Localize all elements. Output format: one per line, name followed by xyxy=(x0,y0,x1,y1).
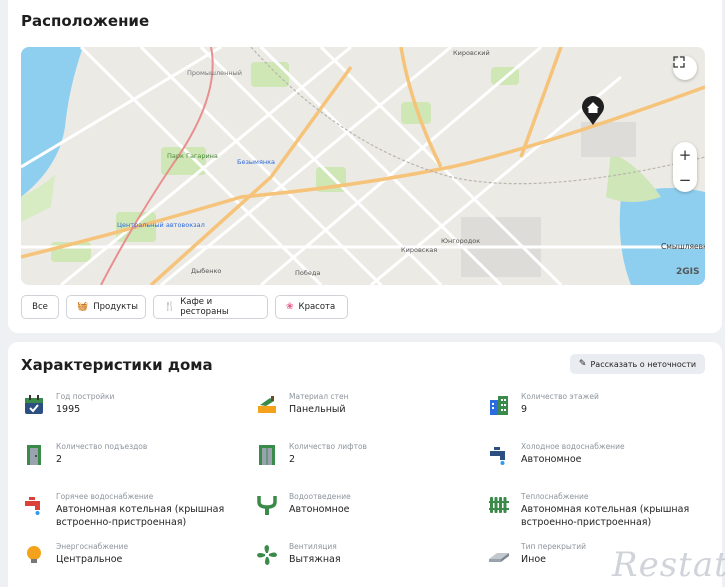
building-icon xyxy=(488,394,510,418)
fork-knife-icon: 🍴 xyxy=(164,302,176,312)
attr-label: Холодное водоснабжение xyxy=(521,442,625,451)
attr-label: Материал стен xyxy=(289,392,349,401)
map-label: Кировский xyxy=(453,49,490,57)
filter-beauty-button[interactable]: ❀ Красота xyxy=(275,295,348,319)
attr-label: Тип перекрытий xyxy=(521,542,586,551)
attr-label: Год постройки xyxy=(56,392,115,401)
attr-value: Центральное xyxy=(56,554,123,565)
filter-all-button[interactable]: Все xyxy=(21,295,59,319)
attr-value: 2 xyxy=(56,454,63,465)
expand-icon[interactable] xyxy=(673,56,697,80)
house-title: Характеристики дома xyxy=(21,356,213,374)
map-provider-logo: 2GIS xyxy=(676,267,700,277)
zoom-in-button[interactable]: + xyxy=(673,142,697,167)
map-label: Парк Гагарина xyxy=(167,152,218,160)
attr-label: Горячее водоснабжение xyxy=(56,492,154,501)
map-label: Промышленный xyxy=(187,69,242,77)
report-inaccuracy-button[interactable]: ✎ Рассказать о неточности xyxy=(570,354,705,374)
radiator-icon xyxy=(488,494,510,518)
trowel-icon xyxy=(256,394,278,418)
attr-label: Количество этажей xyxy=(521,392,599,401)
watermark-logo: Restate xyxy=(612,545,725,585)
map-label: Кировская xyxy=(401,246,438,254)
lotus-icon: ❀ xyxy=(286,302,294,312)
location-card: Расположение Кировский Промышленный Парк… xyxy=(8,0,722,333)
location-map[interactable]: Кировский Промышленный Парк Гагарина Цен… xyxy=(21,47,705,285)
map-label: Центральный автовокзал xyxy=(117,221,205,229)
attr-value: 2 xyxy=(289,454,296,465)
map-label: Безымянка xyxy=(237,158,276,166)
attr-label: Теплоснабжение xyxy=(521,492,589,501)
attr-value: Автономное xyxy=(289,504,350,515)
attr-value: 1995 xyxy=(56,404,81,415)
filter-cafes-button[interactable]: 🍴 Кафе и рестораны xyxy=(153,295,268,319)
report-label: Рассказать о неточности xyxy=(590,359,697,369)
filter-label: Красота xyxy=(298,302,336,312)
attr-value: Автономная котельная (крышная встроенно-… xyxy=(56,504,225,528)
map-label: Дыбенко xyxy=(191,267,222,275)
attr-value: 9 xyxy=(521,404,528,415)
filter-label: Продукты xyxy=(93,302,138,312)
map-canvas xyxy=(21,47,705,285)
calendar-check-icon xyxy=(23,394,45,418)
slab-icon xyxy=(488,544,510,568)
filter-groceries-button[interactable]: 🧺 Продукты xyxy=(66,295,146,319)
entrance-door-icon xyxy=(23,444,45,468)
basket-icon: 🧺 xyxy=(77,302,89,312)
zoom-out-button[interactable]: − xyxy=(673,167,697,192)
filter-label: Кафе и рестораны xyxy=(180,297,229,317)
location-title: Расположение xyxy=(21,12,150,30)
attr-value: Автономная котельная (крышная встроенно-… xyxy=(521,504,690,528)
attr-label: Водоотведение xyxy=(289,492,351,501)
drain-pipe-icon xyxy=(256,494,278,518)
hot-tap-icon xyxy=(23,494,45,518)
attr-value: Вытяжная xyxy=(289,554,341,565)
attr-value: Панельный xyxy=(289,404,346,415)
zoom-control: + − xyxy=(673,142,697,192)
elevator-icon xyxy=(256,444,278,468)
attr-value: Автономное xyxy=(521,454,582,465)
map-label: Победа xyxy=(295,269,321,277)
fan-icon xyxy=(256,544,278,568)
attr-label: Вентиляция xyxy=(289,542,337,551)
filter-label: Все xyxy=(32,302,48,312)
cold-tap-icon xyxy=(488,444,510,468)
attr-label: Энергоснабжение xyxy=(56,542,129,551)
pencil-icon: ✎ xyxy=(578,359,587,369)
lightbulb-icon xyxy=(23,544,45,568)
attr-label: Количество лифтов xyxy=(289,442,367,451)
map-label: Юнгородок xyxy=(441,237,481,245)
attr-label: Количество подъездов xyxy=(56,442,148,451)
map-label: Смышляевка xyxy=(661,242,705,251)
